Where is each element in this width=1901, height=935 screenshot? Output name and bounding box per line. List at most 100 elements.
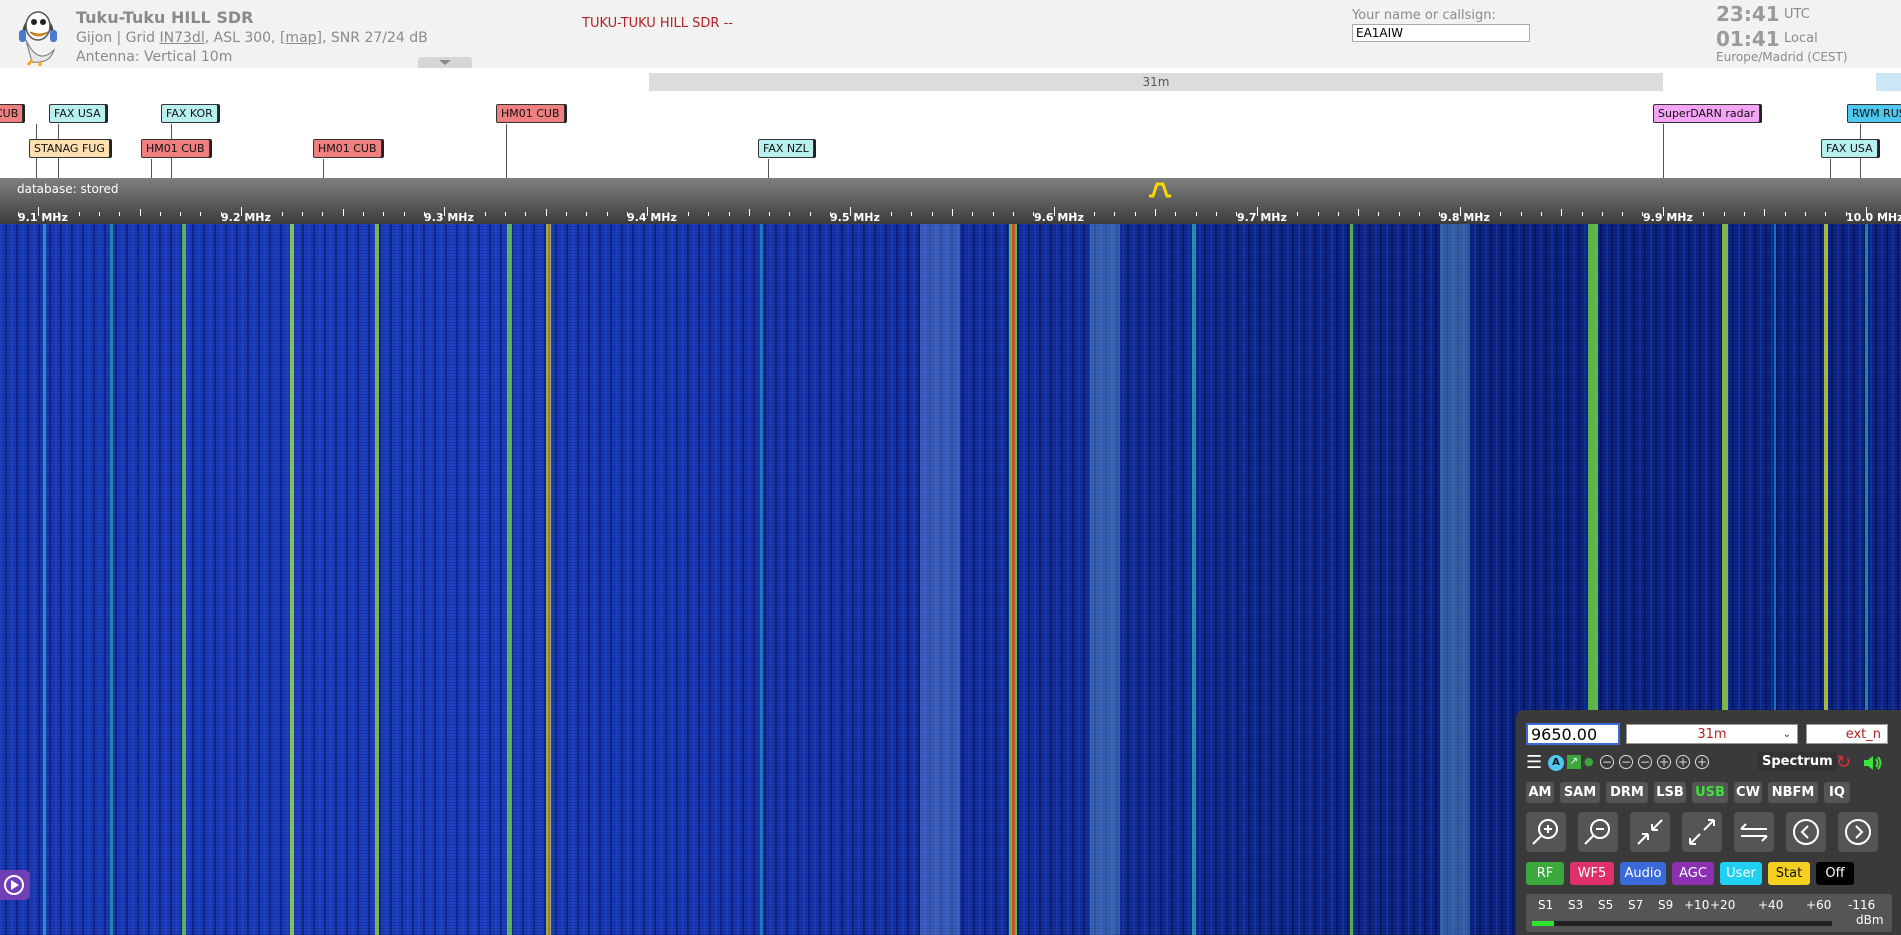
collapse-header-button[interactable] [418, 57, 472, 68]
station-marker-line [1663, 124, 1664, 178]
scale-tick [1358, 209, 1359, 216]
zoom-minus-icon[interactable]: − [1600, 755, 1614, 769]
station-label-superdarn[interactable]: SuperDARN radar [1653, 104, 1760, 123]
signal-trace [290, 224, 294, 935]
tab-agc[interactable]: AGC [1672, 862, 1714, 885]
station-label-hm01-cub[interactable]: HM01 CUB [313, 139, 382, 158]
mode-iq-button[interactable]: IQ [1824, 782, 1850, 803]
scale-tick [485, 212, 486, 216]
asl-text: , ASL 300, [204, 30, 280, 46]
frequency-input[interactable] [1526, 723, 1620, 745]
mode-nbfm-button[interactable]: NBFM [1768, 782, 1818, 803]
spectrum-button[interactable]: Spectrum [1758, 752, 1837, 771]
band-select[interactable]: 31m ⌄ [1626, 724, 1798, 744]
smeter-label: +40 [1758, 898, 1784, 912]
scale-tick [1500, 212, 1501, 216]
band-segment-next[interactable] [1876, 73, 1901, 91]
scale-tick [1744, 212, 1745, 216]
tab-wf5[interactable]: WF5 [1570, 862, 1614, 885]
expand-arrows-icon [1689, 819, 1715, 845]
mode-usb-button[interactable]: USB [1692, 782, 1728, 803]
tab-rf[interactable]: RF [1526, 862, 1564, 885]
mode-lsb-button[interactable]: LSB [1654, 782, 1686, 803]
location-text: Gijon | Grid [76, 30, 160, 46]
site-title: Tuku-Tuku HILL SDR [76, 8, 254, 27]
mode-am-button[interactable]: AM [1526, 782, 1554, 803]
zoom-plus-icon[interactable]: + [1676, 755, 1690, 769]
signal-trace [43, 224, 46, 935]
smeter-label: +20 [1710, 898, 1736, 912]
map-link[interactable]: [map] [280, 30, 322, 46]
zoom-plus-icon[interactable]: + [1657, 755, 1671, 769]
extension-select[interactable]: ext_n [1806, 724, 1888, 744]
scale-tick [200, 212, 201, 216]
station-label-stanag-fug[interactable]: STANAG FUG [29, 139, 110, 158]
page-right-button[interactable] [1838, 812, 1878, 852]
scale-tick [1114, 212, 1115, 216]
zoom-max-out-button[interactable] [1682, 812, 1722, 852]
scale-tick [1785, 212, 1786, 216]
antenna-info: Antenna: Vertical 10m [76, 49, 233, 65]
utc-time: 23:41 [1716, 2, 1780, 26]
station-label-fax-usa[interactable]: FAX USA [49, 104, 106, 123]
station-label-rwm-rus[interactable]: RWM RUS [1847, 104, 1901, 123]
zoom-out-icon [1584, 819, 1610, 845]
station-label-fax-nzl[interactable]: FAX NZL [758, 139, 814, 158]
scale-tick [546, 209, 547, 216]
signal-trace [507, 224, 512, 935]
status-banner: TUKU-TUKU HILL SDR -- [582, 16, 733, 31]
station-label-hm01-cub[interactable]: HM01 CUB [496, 104, 565, 123]
signal-trace [375, 224, 379, 935]
mode-drm-button[interactable]: DRM [1606, 782, 1648, 803]
tab-stat[interactable]: Stat [1768, 862, 1810, 885]
duck-logo[interactable] [10, 2, 66, 66]
signal-trace [1440, 224, 1470, 935]
external-link-icon[interactable]: ↗ [1567, 755, 1581, 769]
scale-tick [789, 212, 790, 216]
passband-marker-icon[interactable] [1147, 180, 1173, 198]
scale-tick [1541, 212, 1542, 216]
auto-icon[interactable]: A [1548, 755, 1564, 771]
scale-tick [1216, 212, 1217, 216]
scale-tick [1094, 212, 1095, 216]
scale-tick [383, 212, 384, 216]
tab-off[interactable]: Off [1816, 862, 1854, 885]
mode-sam-button[interactable]: SAM [1560, 782, 1600, 803]
refresh-icon[interactable]: ↻ [1836, 752, 1851, 774]
scale-tick [525, 212, 526, 216]
station-label-fax-kor[interactable]: FAX KOR [161, 104, 218, 123]
scale-tick [99, 212, 100, 216]
zoom-max-in-button[interactable] [1630, 812, 1670, 852]
zoom-out-button[interactable] [1578, 812, 1618, 852]
zoom-minus-icon[interactable]: − [1638, 755, 1652, 769]
scale-tick [688, 212, 689, 216]
zoom-band-button[interactable] [1734, 812, 1774, 852]
station-label-fax-usa[interactable]: FAX USA [1821, 139, 1878, 158]
mode-cw-button[interactable]: CW [1734, 782, 1762, 803]
scale-tick [729, 212, 730, 216]
band-segment-31m[interactable]: 31m [649, 73, 1663, 91]
callsign-input[interactable] [1352, 24, 1530, 42]
play-button[interactable] [0, 870, 30, 900]
local-label: Local [1784, 31, 1818, 46]
signal-trace [1350, 224, 1353, 935]
zoom-plus-icon[interactable]: + [1695, 755, 1709, 769]
zoom-in-button[interactable] [1526, 812, 1566, 852]
scale-tick [586, 212, 587, 216]
zoom-minus-icon[interactable]: − [1619, 755, 1633, 769]
smeter-level [1532, 921, 1554, 926]
grid-link[interactable]: IN73dl [160, 30, 205, 46]
station-label-cub[interactable]: CUB [0, 104, 24, 123]
lock-icon[interactable]: ● [1584, 755, 1594, 768]
page-left-button[interactable] [1786, 812, 1826, 852]
menu-icon[interactable]: ☰ [1526, 752, 1542, 774]
control-tabs: RF WF5 Audio AGC User Stat Off [1526, 862, 1896, 886]
top-bar: Tuku-Tuku HILL SDR Gijon | Grid IN73dl, … [0, 0, 1901, 68]
station-label-hm01-cub[interactable]: HM01 CUB [141, 139, 210, 158]
scale-frequency-label: 9.5 MHz [830, 211, 880, 224]
scale-frequency-label: 9.8 MHz [1440, 211, 1490, 224]
frequency-scale[interactable]: database: stored 9.1 MHz 9.2 MHz 9.3 MHz 9.… [0, 178, 1901, 224]
speaker-icon[interactable] [1862, 754, 1884, 772]
tab-audio[interactable]: Audio [1620, 862, 1666, 885]
tab-user[interactable]: User [1720, 862, 1762, 885]
